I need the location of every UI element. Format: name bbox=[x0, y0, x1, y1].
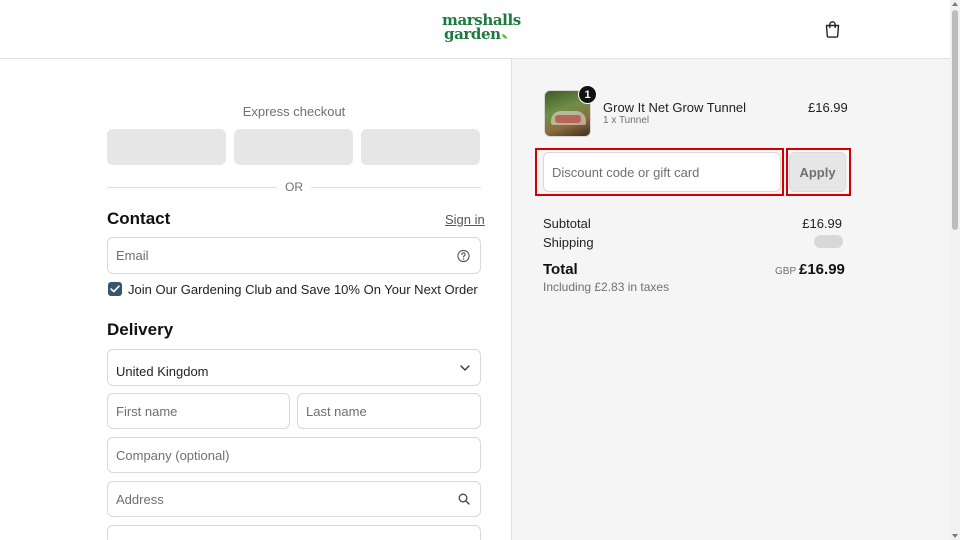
total-label: Total bbox=[543, 261, 578, 278]
discount-placeholder: Discount code or gift card bbox=[552, 164, 700, 180]
first-name-placeholder: First name bbox=[116, 403, 178, 419]
subtotal-value: £16.99 bbox=[802, 216, 842, 231]
first-name-field[interactable]: First name bbox=[107, 393, 290, 429]
last-name-placeholder: Last name bbox=[306, 403, 367, 419]
shipping-value-loading bbox=[814, 235, 843, 248]
address-placeholder: Address bbox=[116, 491, 164, 507]
address-field[interactable]: Address bbox=[107, 481, 481, 517]
delivery-heading: Delivery bbox=[107, 320, 174, 339]
newsletter-label: Join Our Gardening Club and Save 10% On … bbox=[128, 281, 478, 297]
checkmark-icon bbox=[110, 285, 120, 293]
total-value: £16.99 bbox=[799, 261, 845, 278]
discount-code-input[interactable]: Discount code or gift card bbox=[543, 152, 781, 192]
chevron-down-icon bbox=[460, 364, 470, 371]
newsletter-checkbox-row[interactable]: Join Our Gardening Club and Save 10% On … bbox=[108, 281, 478, 297]
logo-line-2: garden bbox=[442, 27, 510, 42]
subtotal-label: Subtotal bbox=[543, 216, 591, 231]
scrollbar-thumb[interactable] bbox=[952, 10, 958, 230]
company-placeholder: Company (optional) bbox=[116, 447, 230, 463]
header: marshalls garden bbox=[0, 0, 950, 59]
tax-note: Including £2.83 in taxes bbox=[543, 280, 670, 294]
company-field[interactable]: Company (optional) bbox=[107, 437, 481, 473]
product-variant: 1 x Tunnel bbox=[603, 115, 650, 126]
country-value: United Kingdom bbox=[116, 364, 209, 379]
email-placeholder: Email bbox=[116, 248, 149, 263]
email-field[interactable]: Email bbox=[107, 237, 481, 274]
shipping-label: Shipping bbox=[543, 235, 594, 250]
brand-logo[interactable]: marshalls garden bbox=[442, 13, 521, 42]
search-icon bbox=[458, 493, 470, 505]
express-checkout-title: Express checkout bbox=[242, 104, 346, 119]
product-name: Grow It Net Grow Tunnel bbox=[603, 100, 747, 115]
apartment-field[interactable] bbox=[107, 525, 481, 540]
help-circle-icon[interactable] bbox=[457, 249, 470, 262]
page-scrollbar[interactable] bbox=[950, 0, 960, 540]
express-pay-button-2[interactable] bbox=[234, 129, 353, 165]
contact-heading: Contact bbox=[107, 209, 171, 228]
leaf-icon bbox=[501, 34, 507, 39]
express-pay-button-3[interactable] bbox=[361, 129, 480, 165]
product-price: £16.99 bbox=[808, 100, 848, 115]
shopping-bag-icon[interactable] bbox=[824, 20, 841, 38]
newsletter-checkbox[interactable] bbox=[108, 282, 122, 296]
express-pay-button-1[interactable] bbox=[107, 129, 226, 165]
apply-discount-button[interactable]: Apply bbox=[789, 152, 846, 192]
country-select[interactable]: United Kingdom bbox=[107, 349, 481, 386]
last-name-field[interactable]: Last name bbox=[297, 393, 481, 429]
sign-in-link[interactable]: Sign in bbox=[445, 212, 485, 227]
or-divider: OR bbox=[107, 180, 481, 194]
order-summary: 1 Grow It Net Grow Tunnel 1 x Tunnel £16… bbox=[511, 59, 950, 540]
scroll-down-arrow-icon[interactable] bbox=[952, 534, 958, 538]
or-divider-text: OR bbox=[285, 180, 303, 194]
total-currency: GBP bbox=[775, 266, 797, 277]
scroll-up-arrow-icon[interactable] bbox=[952, 2, 958, 6]
checkout-form: Express checkout OR Contact Sign in Emai… bbox=[0, 59, 511, 540]
quantity-badge: 1 bbox=[578, 85, 597, 104]
